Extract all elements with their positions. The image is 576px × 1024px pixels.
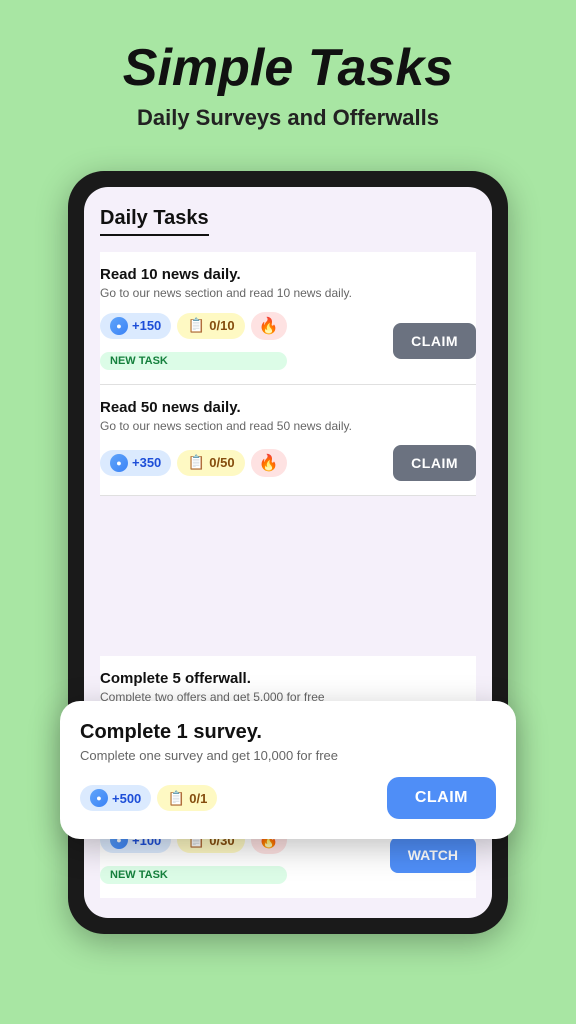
fire-icon: 🔥 [259,316,279,336]
page-header: Simple Tasks Daily Surveys and Offerwall… [0,0,576,151]
list-icon: 📋 [187,317,205,335]
task-desc-news-50: Go to our news section and read 50 news … [100,418,476,435]
new-task-badge-video: NEW TASK [100,866,287,884]
task-badges-news-10: ● +150 📋 0/10 🔥 [100,312,287,340]
task-desc-news-10: Go to our news section and read 10 news … [100,285,476,302]
task-title-news-50: Read 50 news daily. [100,399,476,416]
popup-claim-button[interactable]: CLAIM [387,777,496,819]
task-badges-news-50: ● +350 📋 0/50 🔥 [100,449,287,477]
popup-progress-badge: 📋 0/1 [157,785,217,811]
popup-coins-badge: ● +500 [80,785,151,811]
task-item-news-50: Read 50 news daily. Go to our news secti… [100,385,476,496]
page-subtitle: Daily Surveys and Offerwalls [20,105,556,131]
progress-badge-news-50: 📋 0/50 [177,450,244,476]
task-title-news-10: Read 10 news daily. [100,266,476,283]
fire-icon-2: 🔥 [259,453,279,473]
section-title: Daily Tasks [100,207,209,236]
coin-icon: ● [110,317,128,335]
popup-list-icon: 📋 [167,789,185,807]
phone-frame: Daily Tasks Read 10 news daily. Go to ou… [68,171,508,934]
claim-button-news-10[interactable]: CLAIM [393,323,476,359]
task-footer-news-10: ● +150 📋 0/10 🔥 NEW TASK [100,312,476,370]
fire-badge-news-50: 🔥 [251,449,287,477]
task-title-offerwall: Complete 5 offerwall. [100,670,476,687]
task-footer-news-50: ● +350 📋 0/50 🔥 CLAIM [100,445,476,481]
new-task-badge-news-10: NEW TASK [100,352,287,370]
fire-badge-news-10: 🔥 [251,312,287,340]
popup-title: Complete 1 survey. [80,721,496,744]
popup-desc: Complete one survey and get 10,000 for f… [80,748,496,763]
popup-badges: ● +500 📋 0/1 [80,785,217,811]
popup-footer: ● +500 📋 0/1 CLAIM [80,777,496,819]
coins-badge-news-10: ● +150 [100,313,171,339]
progress-badge-news-10: 📋 0/10 [177,313,244,339]
popup-coin-icon: ● [90,789,108,807]
watch-button-video[interactable]: WATCH [390,837,476,873]
coin-icon-2: ● [110,454,128,472]
page-title: Simple Tasks [20,40,556,97]
list-icon-2: 📋 [187,454,205,472]
task-item-news-10: Read 10 news daily. Go to our news secti… [100,252,476,385]
popup-card: Complete 1 survey. Complete one survey a… [60,701,516,839]
coins-badge-news-50: ● +350 [100,450,171,476]
claim-button-news-50[interactable]: CLAIM [393,445,476,481]
